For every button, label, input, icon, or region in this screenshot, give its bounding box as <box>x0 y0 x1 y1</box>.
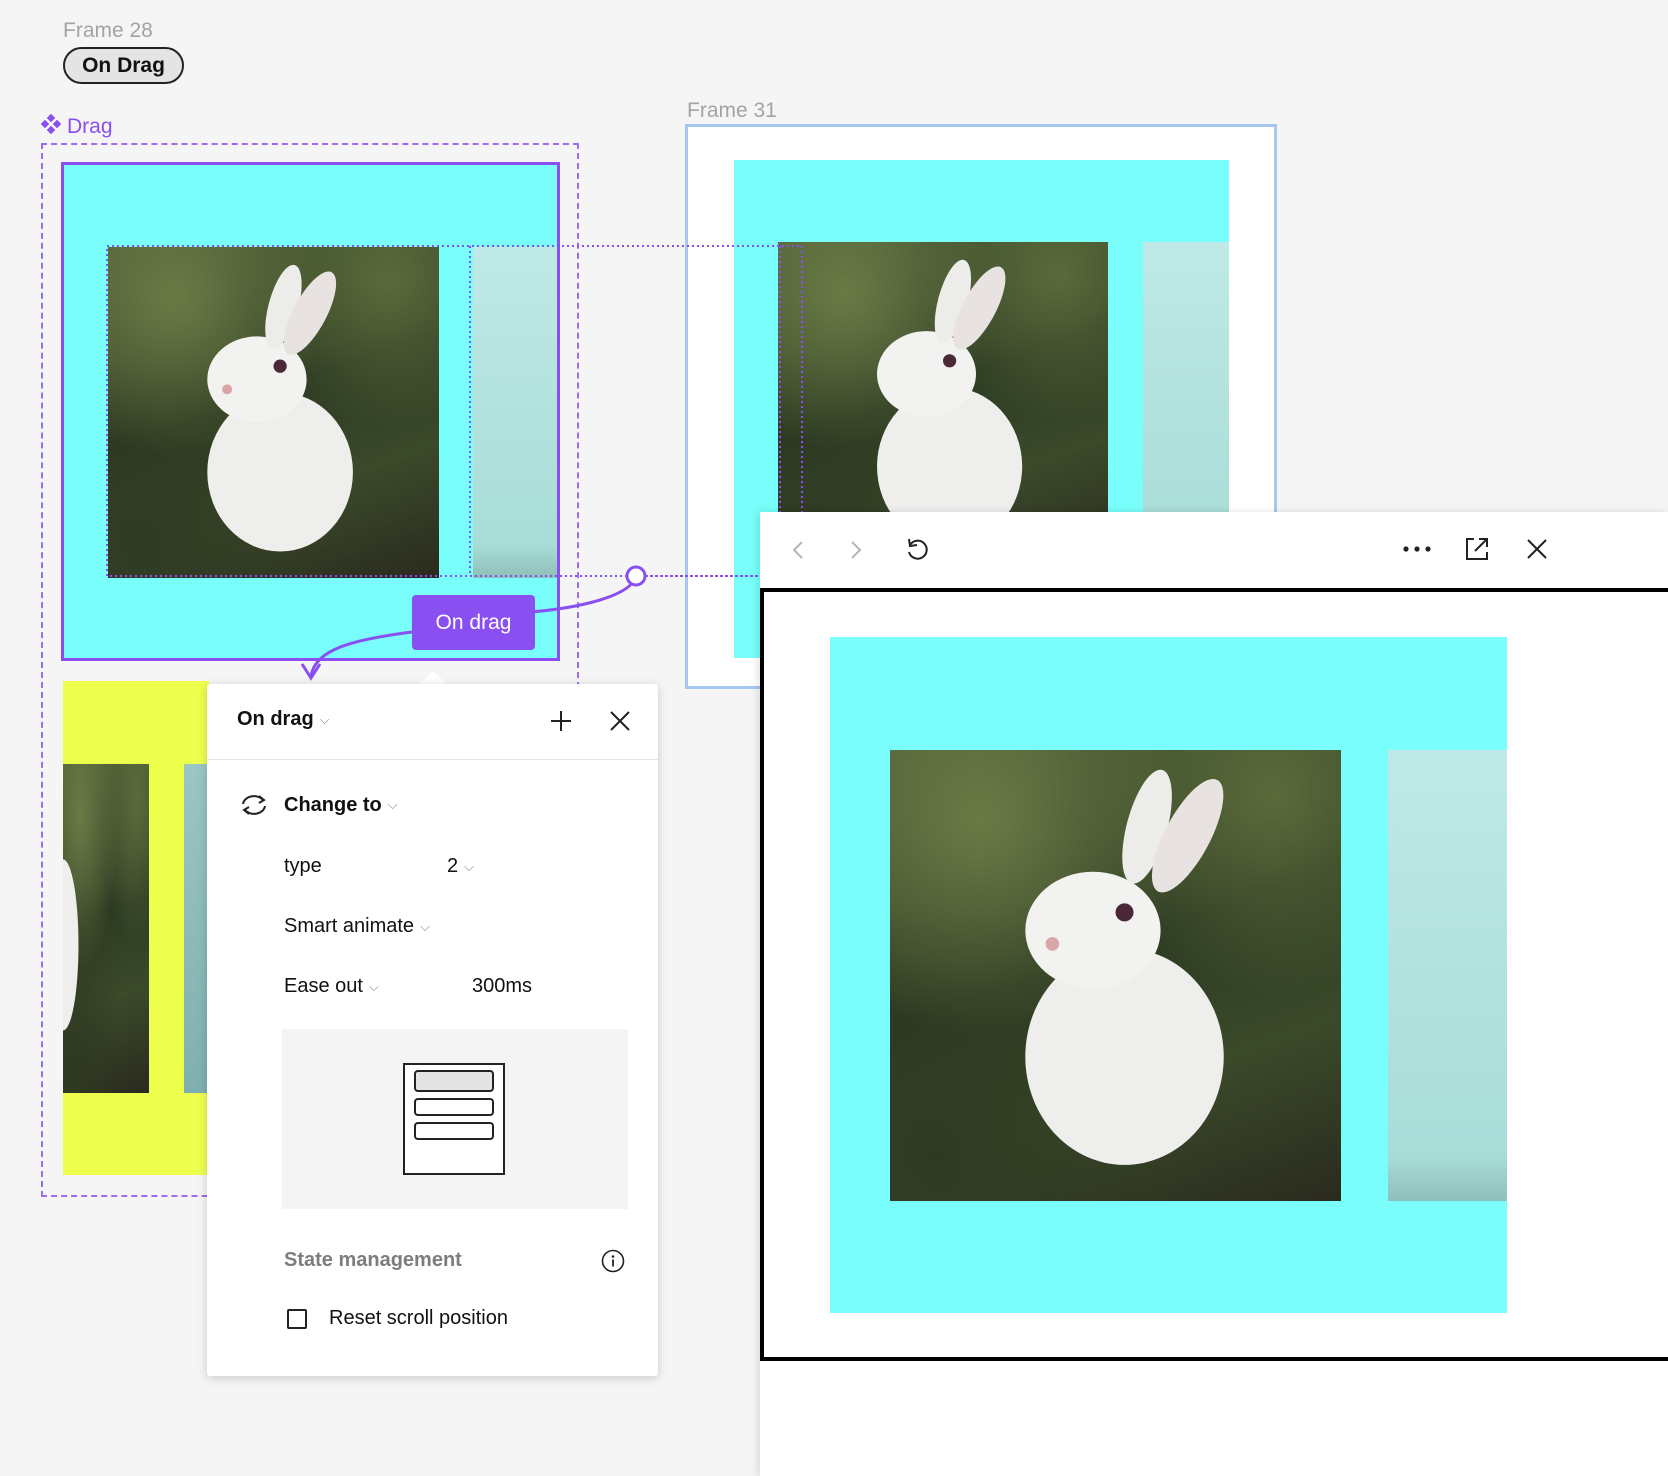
state-management-info-button[interactable] <box>599 1247 627 1275</box>
animation-label: Smart animate <box>284 915 415 937</box>
close-icon <box>610 711 630 731</box>
plus-icon <box>551 711 571 731</box>
smart-animate-preview-icon <box>403 1063 505 1175</box>
change-to-icon <box>242 795 266 815</box>
easing-dropdown[interactable]: Ease out ⌵ <box>284 975 379 998</box>
add-interaction-button[interactable] <box>544 704 578 738</box>
animation-dropdown[interactable]: Smart animate ⌵ <box>284 915 430 938</box>
easing-label: Ease out <box>284 975 363 997</box>
chevron-down-icon: ⌵ <box>387 797 398 812</box>
info-icon <box>601 1249 625 1273</box>
interaction-popover: On drag ⌵ Change to ⌵ type 2 ⌵ Smart ani… <box>207 684 658 1376</box>
action-dropdown[interactable]: Change to ⌵ <box>239 792 398 818</box>
state-management-heading: State management <box>284 1249 462 1271</box>
pale-image-strip-preview <box>1388 750 1507 1201</box>
popover-header: On drag ⌵ <box>207 684 658 760</box>
chevron-left-icon <box>792 541 803 559</box>
restart-button[interactable] <box>900 532 934 566</box>
interaction-connector-label[interactable]: On drag <box>412 595 535 650</box>
open-external-icon <box>1466 538 1488 560</box>
property-name: type <box>284 855 322 877</box>
animation-preview <box>282 1029 628 1209</box>
restart-icon <box>908 538 928 560</box>
preview-toolbar <box>760 512 1668 588</box>
more-options-button[interactable] <box>1400 532 1434 566</box>
reset-scroll-label: Reset scroll position <box>329 1307 508 1329</box>
trigger-label: On drag <box>237 708 314 730</box>
open-in-new-window-button[interactable] <box>1460 532 1494 566</box>
property-value: 2 <box>447 855 459 877</box>
close-icon <box>1527 539 1547 559</box>
close-popover-button[interactable] <box>603 704 637 738</box>
reset-scroll-option[interactable]: Reset scroll position <box>287 1307 508 1330</box>
chevron-down-icon: ⌵ <box>368 978 379 994</box>
more-icon <box>1403 546 1431 552</box>
popover-arrow <box>418 671 448 685</box>
rabbit-photo-preview <box>890 750 1341 1201</box>
back-button[interactable] <box>782 534 814 566</box>
property-value-dropdown[interactable]: 2 ⌵ <box>447 855 474 878</box>
chevron-right-icon <box>851 541 862 559</box>
forward-button[interactable] <box>840 534 872 566</box>
prototype-preview-window <box>760 512 1668 1476</box>
preview-cyan-frame <box>830 637 1507 1313</box>
chevron-down-icon: ⌵ <box>319 711 330 727</box>
chevron-down-icon: ⌵ <box>464 858 474 874</box>
duration-input[interactable]: 300ms <box>472 975 532 998</box>
preview-viewport[interactable] <box>760 588 1668 1361</box>
action-label: Change to <box>284 793 382 816</box>
chevron-down-icon: ⌵ <box>420 918 430 934</box>
reset-scroll-checkbox[interactable] <box>287 1308 307 1329</box>
close-preview-button[interactable] <box>1520 532 1554 566</box>
trigger-dropdown[interactable]: On drag ⌵ <box>237 708 330 731</box>
